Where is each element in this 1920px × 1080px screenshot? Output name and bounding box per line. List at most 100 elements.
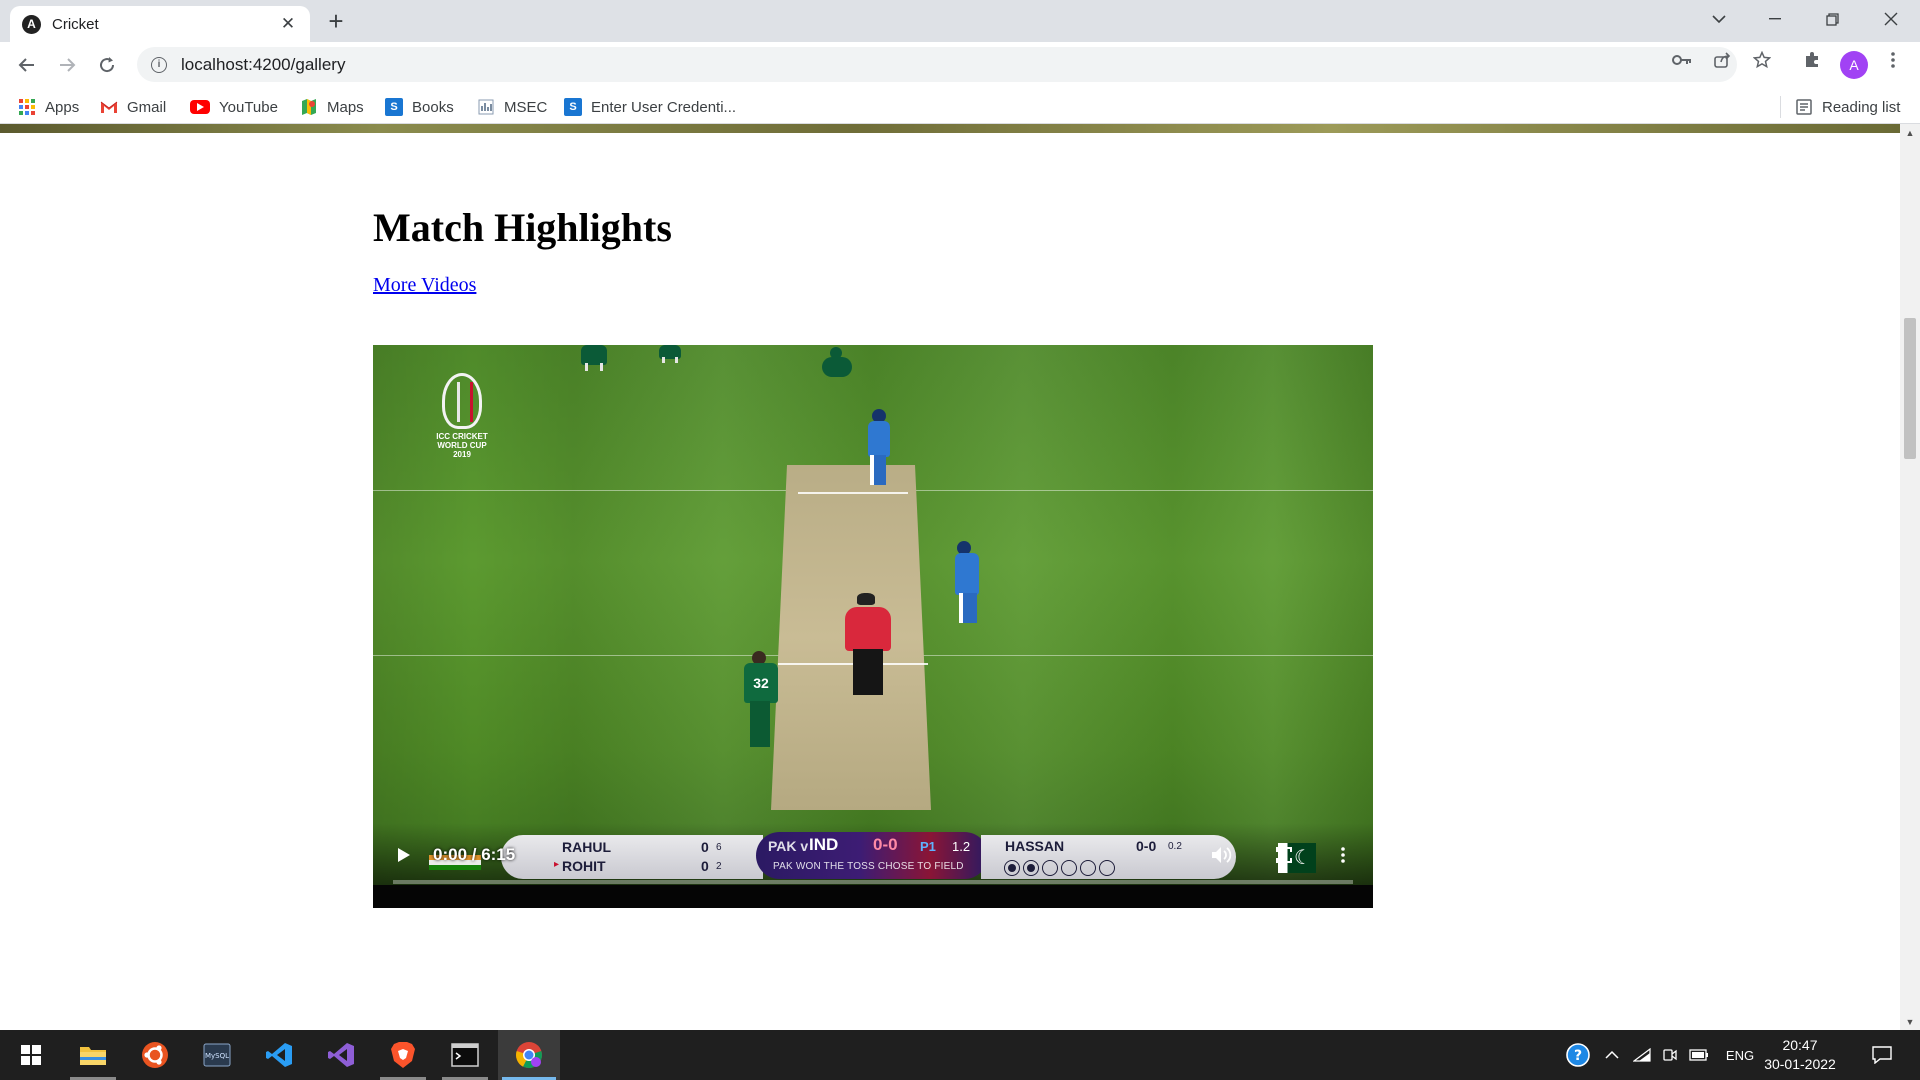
video-time: 0:00 / 6:15 bbox=[433, 845, 516, 864]
svg-text:?: ? bbox=[1574, 1048, 1582, 1064]
vscode-icon[interactable] bbox=[248, 1030, 310, 1080]
batsman2-runs: 0 bbox=[701, 858, 709, 874]
wifi-icon[interactable] bbox=[1630, 1030, 1654, 1080]
batsman1-name: RAHUL bbox=[562, 839, 611, 855]
gmail-icon bbox=[100, 98, 118, 116]
file-explorer-icon[interactable] bbox=[62, 1030, 124, 1080]
clock-time: 20:47 bbox=[1782, 1037, 1818, 1053]
batsman2-balls: 2 bbox=[716, 861, 722, 872]
fullscreen-icon[interactable] bbox=[1271, 843, 1297, 867]
bowler-overs: 0.2 bbox=[1168, 841, 1182, 852]
tab-strip: A Cricket ✕ + bbox=[0, 0, 1920, 42]
extensions-puzzle-icon[interactable] bbox=[1801, 49, 1823, 71]
windows-start-icon[interactable] bbox=[0, 1030, 62, 1080]
url-text[interactable]: localhost:4200/gallery bbox=[181, 55, 1737, 75]
bookmark-label: YouTube bbox=[219, 98, 278, 116]
header-banner-edge bbox=[0, 124, 1900, 133]
bookmark-label: Enter User Credenti... bbox=[591, 98, 737, 116]
bowler-figures: 0-0 bbox=[1136, 838, 1157, 854]
meet-now-icon[interactable] bbox=[1658, 1030, 1682, 1080]
reading-list-label: Reading list bbox=[1822, 98, 1901, 116]
bookmark-msec[interactable]: MSEC bbox=[477, 97, 547, 117]
teams-label: PAK v bbox=[768, 838, 809, 854]
batsmen-panel bbox=[501, 835, 763, 879]
browser-tab[interactable]: A Cricket ✕ bbox=[10, 6, 310, 42]
reload-button[interactable] bbox=[92, 50, 122, 80]
share-icon[interactable] bbox=[1711, 49, 1733, 71]
site-info-icon[interactable]: i bbox=[151, 56, 167, 73]
bookmark-apps[interactable]: Apps bbox=[18, 97, 79, 117]
terminal-icon[interactable] bbox=[434, 1030, 496, 1080]
new-tab-button[interactable]: + bbox=[322, 8, 350, 36]
ball-indicator bbox=[1080, 860, 1096, 876]
powerplay-label: P1 bbox=[920, 839, 936, 854]
password-key-icon[interactable] bbox=[1671, 49, 1693, 71]
bookmark-youtube[interactable]: YouTube bbox=[190, 97, 278, 117]
show-hidden-icons-icon[interactable] bbox=[1600, 1030, 1624, 1080]
ball-indicator bbox=[1061, 860, 1077, 876]
minimize-button[interactable] bbox=[1746, 0, 1804, 38]
maps-icon bbox=[300, 98, 318, 116]
reading-list-button[interactable]: Reading list bbox=[1795, 97, 1900, 117]
chrome-icon[interactable] bbox=[498, 1030, 560, 1080]
bookmark-star-icon[interactable] bbox=[1751, 49, 1773, 71]
scroll-thumb[interactable] bbox=[1904, 318, 1916, 459]
bookmark-label: Apps bbox=[45, 98, 80, 116]
battery-icon[interactable] bbox=[1686, 1030, 1712, 1080]
scroll-up-arrow-icon[interactable]: ▲ bbox=[1900, 124, 1920, 141]
page-scrollbar[interactable]: ▲ ▼ bbox=[1900, 124, 1920, 1030]
svg-text:MySQL: MySQL bbox=[205, 1052, 229, 1060]
clock-date: 30-01-2022 bbox=[1764, 1056, 1836, 1072]
apps-grid-icon bbox=[18, 98, 36, 116]
tab-search-icon[interactable] bbox=[1690, 0, 1748, 38]
batsman1-balls: 6 bbox=[716, 842, 722, 853]
icc-world-cup-logo: ICC CRICKET WORLD CUP 2019 bbox=[430, 373, 494, 468]
more-videos-link[interactable]: More Videos bbox=[373, 274, 476, 297]
play-icon[interactable] bbox=[393, 843, 415, 867]
scroll-down-arrow-icon[interactable]: ▼ bbox=[1900, 1013, 1920, 1030]
visual-studio-icon[interactable] bbox=[310, 1030, 372, 1080]
player-control-bar bbox=[373, 885, 1373, 908]
credentials-icon: S bbox=[564, 98, 582, 116]
back-button[interactable] bbox=[12, 50, 42, 80]
bookmark-books[interactable]: S Books bbox=[385, 97, 454, 117]
brave-browser-icon[interactable] bbox=[372, 1030, 434, 1080]
page-title: Match Highlights bbox=[373, 205, 672, 250]
forward-button[interactable] bbox=[52, 50, 82, 80]
books-icon: S bbox=[385, 98, 403, 116]
language-indicator[interactable]: ENG bbox=[1720, 1030, 1760, 1080]
address-bar[interactable]: i localhost:4200/gallery bbox=[137, 47, 1737, 82]
video-player[interactable]: 32 ICC CRICKET WORLD CUP 2019 RAHUL 0 6 … bbox=[373, 345, 1373, 908]
profile-avatar[interactable]: A bbox=[1840, 51, 1868, 79]
bookmark-label: Gmail bbox=[127, 98, 167, 116]
mysql-workbench-icon[interactable]: MySQL bbox=[186, 1030, 248, 1080]
msec-icon bbox=[477, 98, 495, 116]
bookmark-maps[interactable]: Maps bbox=[300, 97, 364, 117]
bookmarks-divider bbox=[1780, 96, 1781, 118]
bookmark-gmail[interactable]: Gmail bbox=[100, 97, 166, 117]
close-window-button[interactable] bbox=[1862, 0, 1920, 38]
volume-icon[interactable] bbox=[1209, 843, 1235, 867]
browser-toolbar: i localhost:4200/gallery A bbox=[0, 42, 1920, 88]
bowler-name: HASSAN bbox=[1005, 838, 1065, 854]
youtube-icon bbox=[190, 100, 210, 114]
ubuntu-icon[interactable] bbox=[124, 1030, 186, 1080]
more-options-icon[interactable] bbox=[1330, 843, 1356, 867]
video-progress-bar[interactable] bbox=[393, 880, 1353, 884]
notifications-icon[interactable] bbox=[1862, 1030, 1902, 1080]
angular-favicon-icon: A bbox=[22, 14, 41, 34]
bookmark-credentials[interactable]: S Enter User Credenti... bbox=[564, 97, 736, 117]
restore-button[interactable] bbox=[1803, 0, 1861, 38]
system-clock[interactable]: 20:47 30-01-2022 bbox=[1760, 1036, 1840, 1074]
help-icon[interactable]: ? bbox=[1562, 1030, 1594, 1080]
overs-label: 1.2 bbox=[952, 839, 971, 854]
on-strike-marker-icon: ▸ bbox=[554, 859, 560, 870]
bookmark-label: Maps bbox=[327, 98, 364, 116]
ball-indicator bbox=[1004, 860, 1020, 876]
over-balls-tracker bbox=[1004, 860, 1115, 876]
browser-menu-icon[interactable] bbox=[1882, 49, 1904, 71]
ball-indicator bbox=[1023, 860, 1039, 876]
tab-close-icon[interactable]: ✕ bbox=[278, 14, 298, 34]
ball-indicator bbox=[1042, 860, 1058, 876]
bookmark-label: Books bbox=[412, 98, 454, 116]
